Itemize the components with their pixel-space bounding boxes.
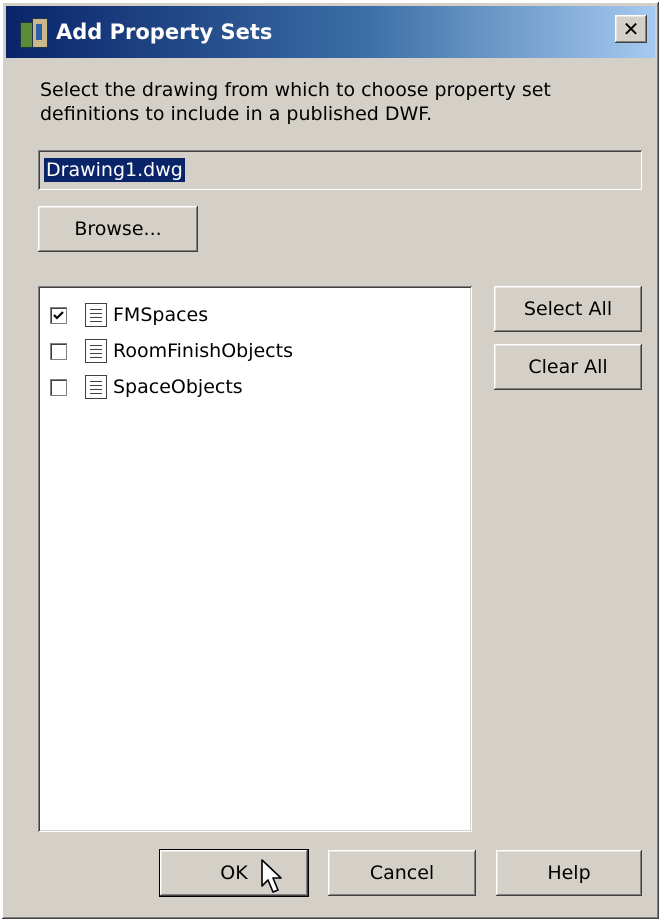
clear-all-label: Clear All xyxy=(528,356,608,378)
ok-label: OK xyxy=(220,862,248,884)
drawing-path-field[interactable]: Drawing1.dwg xyxy=(38,150,642,190)
select-all-label: Select All xyxy=(523,298,613,320)
cancel-button[interactable]: Cancel xyxy=(328,850,476,896)
document-icon xyxy=(85,375,107,399)
list-item-label: RoomFinishObjects xyxy=(113,340,293,362)
list-item-roomfinishobjects[interactable]: RoomFinishObjects xyxy=(50,336,293,366)
drawing-path-value: Drawing1.dwg xyxy=(44,158,185,182)
instruction-text: Select the drawing from which to choose … xyxy=(40,79,551,125)
list-item-label: FMSpaces xyxy=(113,304,209,326)
close-button[interactable]: ✕ xyxy=(615,15,647,43)
document-icon xyxy=(85,339,107,363)
checkmark-icon xyxy=(53,310,64,320)
checkbox-fmspaces[interactable] xyxy=(50,306,67,324)
help-label: Help xyxy=(547,862,591,884)
list-item-label: SpaceObjects xyxy=(113,376,243,398)
browse-button-label: Browse... xyxy=(74,218,162,240)
mouse-cursor-icon xyxy=(261,859,282,893)
list-item-fmspaces[interactable]: FMSpaces xyxy=(50,300,208,330)
dialog-title: Add Property Sets xyxy=(56,20,273,44)
select-all-button[interactable]: Select All xyxy=(494,286,642,332)
document-icon xyxy=(85,303,107,327)
title-bar[interactable]: Add Property Sets ✕ xyxy=(6,6,655,58)
add-property-sets-dialog: Add Property Sets ✕ Select the drawing f… xyxy=(2,2,659,919)
clear-all-button[interactable]: Clear All xyxy=(494,344,642,390)
property-set-list[interactable]: FMSpaces RoomFinishObjects SpaceObjects xyxy=(38,286,472,832)
app-icon xyxy=(18,16,50,48)
close-icon: ✕ xyxy=(622,17,640,41)
browse-button[interactable]: Browse... xyxy=(38,206,198,252)
help-button[interactable]: Help xyxy=(496,850,642,896)
list-item-spaceobjects[interactable]: SpaceObjects xyxy=(50,372,243,402)
checkbox-roomfinishobjects[interactable] xyxy=(50,342,67,360)
checkbox-spaceobjects[interactable] xyxy=(50,378,67,396)
cancel-label: Cancel xyxy=(369,862,435,884)
